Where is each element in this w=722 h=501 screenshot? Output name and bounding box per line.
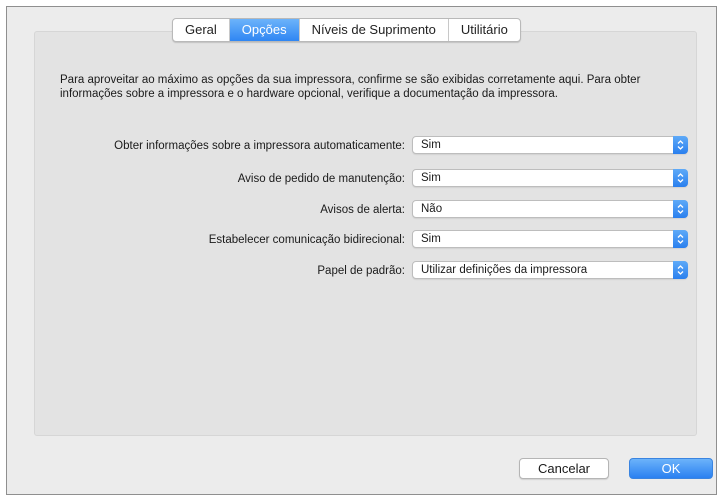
tab-bar: Geral Opções Níveis de Suprimento Utilit… bbox=[172, 18, 521, 42]
setting-row-maintenance-notice: Aviso de pedido de manutenção: Sim bbox=[35, 169, 698, 189]
options-panel: Para aproveitar ao máximo as opções da s… bbox=[34, 31, 697, 436]
setting-row-auto-info: Obter informações sobre a impressora aut… bbox=[35, 136, 698, 156]
setting-label-alert-warnings: Avisos de alerta: bbox=[320, 204, 405, 216]
printer-options-dialog: Geral Opções Níveis de Suprimento Utilit… bbox=[6, 6, 717, 495]
tab-supply-levels[interactable]: Níveis de Suprimento bbox=[300, 19, 449, 41]
bidirectional-select[interactable]: Sim bbox=[412, 230, 688, 248]
setting-row-alert-warnings: Avisos de alerta: Não bbox=[35, 200, 698, 220]
maintenance-notice-select[interactable]: Sim bbox=[412, 169, 688, 187]
options-description: Para aproveitar ao máximo as opções da s… bbox=[60, 74, 641, 100]
setting-row-bidirectional: Estabelecer comunicação bidirecional: Si… bbox=[35, 230, 698, 250]
setting-label-auto-info: Obter informações sobre a impressora aut… bbox=[114, 140, 405, 152]
up-down-chevron-icon[interactable] bbox=[673, 261, 688, 279]
ok-button[interactable]: OK bbox=[629, 458, 713, 479]
up-down-chevron-icon[interactable] bbox=[673, 230, 688, 248]
setting-label-maintenance-notice: Aviso de pedido de manutenção: bbox=[237, 173, 405, 185]
maintenance-notice-select-value: Sim bbox=[421, 172, 441, 184]
tab-utility[interactable]: Utilitário bbox=[449, 19, 520, 41]
alert-warnings-select-value: Não bbox=[421, 203, 443, 215]
up-down-chevron-icon[interactable] bbox=[673, 169, 688, 187]
auto-info-select-value: Sim bbox=[421, 139, 441, 151]
setting-row-default-paper: Papel de padrão: Utilizar definições da … bbox=[35, 261, 698, 281]
auto-info-select[interactable]: Sim bbox=[412, 136, 688, 154]
default-paper-select-value: Utilizar definições da impressora bbox=[421, 264, 588, 276]
tab-general[interactable]: Geral bbox=[173, 19, 230, 41]
tab-options[interactable]: Opções bbox=[229, 19, 300, 41]
bidirectional-select-value: Sim bbox=[421, 233, 441, 245]
setting-label-bidirectional: Estabelecer comunicação bidirecional: bbox=[208, 234, 405, 246]
default-paper-select[interactable]: Utilizar definições da impressora bbox=[412, 261, 688, 279]
setting-label-default-paper: Papel de padrão: bbox=[317, 265, 405, 277]
up-down-chevron-icon[interactable] bbox=[673, 200, 688, 218]
up-down-chevron-icon[interactable] bbox=[673, 136, 688, 154]
cancel-button[interactable]: Cancelar bbox=[519, 458, 609, 479]
alert-warnings-select[interactable]: Não bbox=[412, 200, 688, 218]
